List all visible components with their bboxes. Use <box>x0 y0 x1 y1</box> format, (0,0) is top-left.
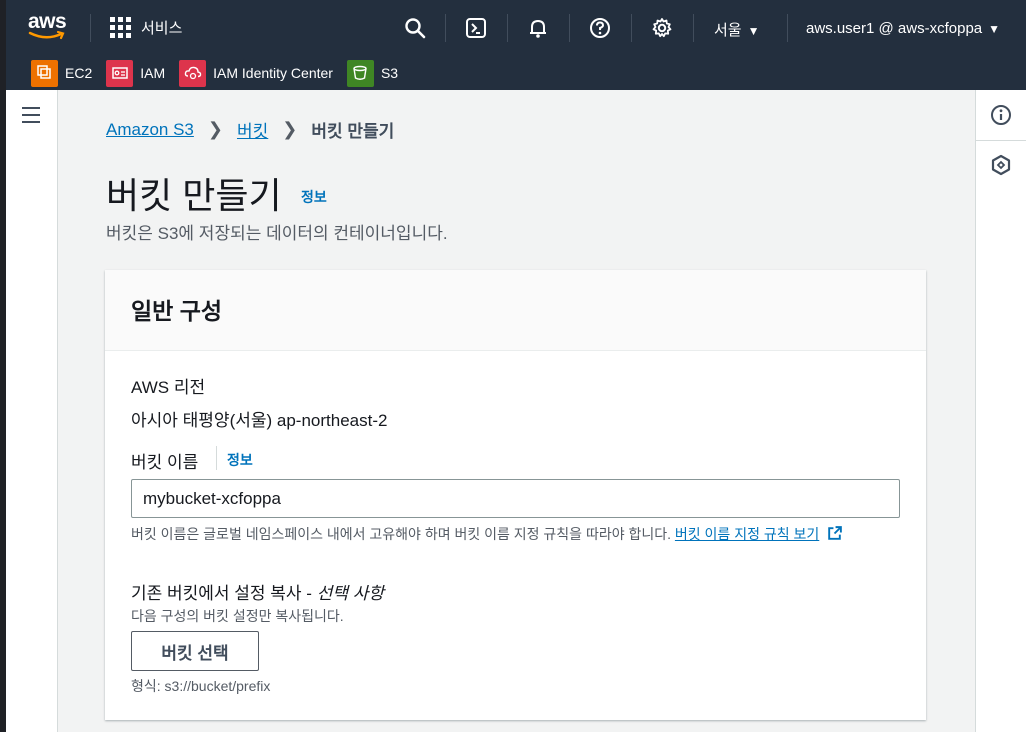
region-field-label: AWS 리전 <box>131 378 206 397</box>
info-icon[interactable] <box>990 104 1012 131</box>
services-menu[interactable]: 서비스 <box>110 17 182 38</box>
region-label: 서울 <box>714 22 742 39</box>
general-configuration-panel: 일반 구성 AWS 리전 아시아 태평양(서울) ap-northeast-2 … <box>105 270 926 720</box>
nav-divider <box>787 14 788 42</box>
copy-settings-description: 다음 구성의 버킷 설정만 복사됩니다. <box>131 608 344 624</box>
s3-icon <box>346 59 374 87</box>
favorite-label: IAM <box>140 65 166 81</box>
favorite-iam[interactable]: IAM <box>106 59 166 87</box>
caret-down-icon: ▼ <box>747 24 760 38</box>
bucket-naming-rules-label: 버킷 이름 지정 규칙 보기 <box>674 526 820 542</box>
cloudshell-icon[interactable] <box>464 16 488 40</box>
bucket-name-label: 버킷 이름 <box>131 453 199 472</box>
region-selector[interactable]: 서울 ▼ <box>714 19 760 40</box>
logo-text: aws <box>28 10 67 33</box>
caret-down-icon: ▼ <box>988 22 1001 36</box>
aws-logo[interactable]: aws <box>28 10 70 42</box>
hamburger-menu-icon[interactable] <box>22 107 40 128</box>
favorite-ec2[interactable]: EC2 <box>31 59 93 87</box>
copy-settings-label: 기존 버킷에서 설정 복사 - 선택 사항 <box>131 579 384 604</box>
search-icon[interactable] <box>403 16 427 40</box>
top-navigation: aws 서비스 서울 ▼ aws.user1 @ aws-xcfoppa ▼ <box>6 0 1026 56</box>
ec2-icon <box>31 59 58 87</box>
account-menu[interactable]: aws.user1 @ aws-xcfoppa ▼ <box>806 20 1000 37</box>
favorites-bar: EC2 IAM IAM Identity Center S3 <box>6 56 1026 90</box>
bell-icon[interactable] <box>526 16 550 40</box>
page-info-link[interactable]: 정보 <box>301 187 327 207</box>
info-divider <box>216 446 217 470</box>
services-label: 서비스 <box>141 20 183 37</box>
side-navigation-toggle-strip <box>6 90 58 732</box>
copy-settings-label-text: 기존 버킷에서 설정 복사 - <box>131 584 317 603</box>
grid-icon <box>110 17 131 38</box>
identity-center-icon <box>179 59 207 87</box>
nav-divider <box>693 14 694 42</box>
tutorial-icon[interactable] <box>990 154 1012 181</box>
bucket-name-hint: 버킷 이름은 글로벌 네임스페이스 내에서 고유해야 하며 버킷 이름 지정 규… <box>131 524 901 545</box>
region-field-value: 아시아 태평양(서울) ap-northeast-2 <box>131 411 388 430</box>
chevron-right-icon: ❯ <box>207 119 223 139</box>
nav-divider <box>90 14 91 42</box>
bucket-name-info-link[interactable]: 정보 <box>227 450 253 470</box>
nav-divider <box>445 14 446 42</box>
tools-panel-strip <box>975 90 1026 732</box>
breadcrumb-current: 버킷 만들기 <box>311 122 395 141</box>
bucket-name-input[interactable] <box>131 479 900 518</box>
external-link-icon <box>828 526 842 540</box>
nav-divider <box>507 14 508 42</box>
breadcrumb-buckets[interactable]: 버킷 <box>237 117 268 142</box>
favorite-iam-identity-center[interactable]: IAM Identity Center <box>179 59 333 87</box>
page-description: 버킷은 S3에 저장되는 데이터의 컨테이너입니다. <box>106 224 448 243</box>
iam-icon <box>106 59 134 87</box>
favorite-s3[interactable]: S3 <box>346 59 399 87</box>
smile-icon <box>28 30 65 40</box>
panel-title: 일반 구성 <box>131 298 223 324</box>
breadcrumb-amazon-s3[interactable]: Amazon S3 <box>106 120 194 140</box>
breadcrumb: Amazon S3 ❯ 버킷 ❯ 버킷 만들기 <box>106 117 394 142</box>
favorite-label: EC2 <box>65 65 93 81</box>
gear-icon[interactable] <box>650 16 674 40</box>
nav-divider <box>569 14 570 42</box>
format-hint: 형식: s3://bucket/prefix <box>131 678 271 694</box>
panel-header: 일반 구성 <box>105 270 926 351</box>
help-icon[interactable] <box>588 16 612 40</box>
optional-label: 선택 사항 <box>316 584 384 603</box>
bucket-naming-rules-link[interactable]: 버킷 이름 지정 규칙 보기 <box>675 526 819 542</box>
tools-divider <box>976 140 1026 141</box>
favorite-label: IAM Identity Center <box>213 65 333 81</box>
nav-divider <box>631 14 632 42</box>
account-label: aws.user1 @ aws-xcfoppa <box>806 20 983 37</box>
bucket-name-hint-text: 버킷 이름은 글로벌 네임스페이스 내에서 고유해야 하며 버킷 이름 지정 규… <box>131 526 675 542</box>
page-title: 버킷 만들기 <box>106 175 282 216</box>
favorite-label: S3 <box>380 65 399 81</box>
chevron-right-icon: ❯ <box>282 119 298 139</box>
choose-bucket-button[interactable]: 버킷 선택 <box>131 631 259 671</box>
